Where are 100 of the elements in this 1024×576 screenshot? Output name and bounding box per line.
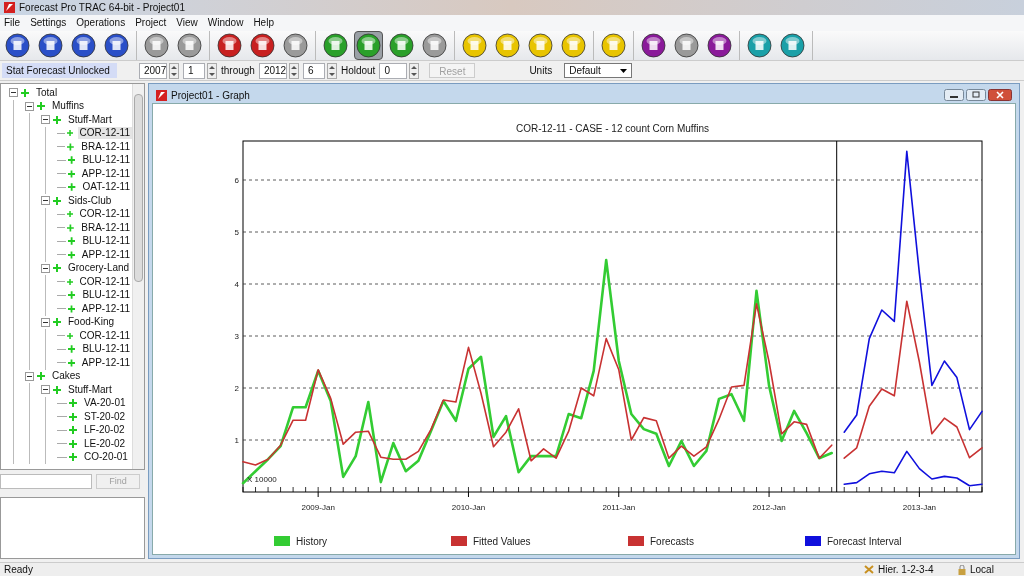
tree-item[interactable]: Food-King [66,316,117,329]
menu-item[interactable]: Window [207,17,244,29]
tree-item[interactable]: BRA-12-11 [79,140,132,153]
legend-swatch [805,536,821,546]
y-tick-label: 3 [234,332,239,341]
tree-item[interactable]: APP-12-11 [79,167,132,180]
tree-item[interactable]: BLU-12-11 [80,235,132,248]
toolbar-button[interactable] [599,31,628,60]
units-dropdown[interactable]: Default [564,63,633,78]
number-field[interactable]: 2007 [139,62,167,79]
menu-item[interactable]: File [4,17,21,29]
plus-icon [66,277,73,286]
menu-item[interactable]: Help [253,17,274,29]
toolbar-button[interactable] [69,31,98,60]
x-tick-label: 2011-Jan [602,503,636,512]
tree-item[interactable]: Stuff-Mart [66,383,114,396]
tree-item[interactable]: BLU-12-11 [80,154,132,167]
collapse-icon[interactable] [41,196,50,206]
toolbar-button[interactable] [175,31,204,60]
toolbar-button[interactable] [36,31,65,60]
tree-item[interactable]: Grocery-Land [66,262,132,275]
collapse-icon[interactable] [41,385,50,395]
spinner-icon[interactable] [409,62,420,79]
menu-item[interactable]: Operations [76,17,126,29]
tree-item[interactable]: BLU-12-11 [80,289,132,302]
number-field[interactable]: 1 [183,62,205,79]
toolbar-button[interactable] [778,31,807,60]
number-field[interactable]: 0 [379,62,408,79]
round-icon [674,33,699,58]
spinner-icon[interactable] [207,62,217,79]
collapse-icon[interactable] [41,263,50,273]
tree-item[interactable]: Stuff-Mart [66,113,114,126]
toolbar-button[interactable] [705,31,734,60]
menu-item[interactable]: Settings [30,17,67,29]
spinner-icon[interactable] [326,62,337,79]
toolbar-button[interactable] [493,31,522,60]
minimize-icon[interactable] [944,89,964,101]
tree-item[interactable]: Total [34,86,60,99]
toolbar-button[interactable] [102,31,131,60]
round-icon [780,33,805,58]
toolbar-button[interactable] [248,31,277,60]
toolbar-button[interactable] [321,31,350,60]
toolbar-button[interactable] [460,31,489,60]
plus-icon [68,237,76,246]
toolbar-button[interactable] [281,31,310,60]
number-field[interactable]: 2012 [258,62,287,79]
toolbar-button[interactable] [142,31,171,60]
menu-item[interactable]: View [176,17,198,29]
tree-item[interactable]: COR-12-11 [77,127,132,140]
tree-item[interactable]: VA-20-01 [82,397,128,410]
toolbar-button[interactable] [639,31,668,60]
tree-item[interactable]: BLU-12-11 [80,343,132,356]
legend-label: Forecast Interval [827,536,902,547]
round-icon [601,33,626,58]
spinner-icon[interactable] [288,62,299,79]
plus-icon [67,358,75,367]
spinner-icon[interactable] [169,62,179,79]
tree-item[interactable]: COR-12-11 [77,329,132,342]
through-label: through [221,64,255,78]
tree-item[interactable]: COR-12-11 [77,208,132,221]
toolbar-button[interactable] [745,31,774,60]
toolbar-button[interactable] [672,31,701,60]
tree-item[interactable]: CO-20-01 [82,451,130,464]
mode-status: Local [970,563,995,576]
round-icon [250,33,275,58]
tree-item[interactable]: APP-12-11 [79,356,132,369]
round-icon [71,33,96,58]
tree-item[interactable]: OAT-12-11 [80,181,132,194]
tree-item[interactable]: COR-12-11 [77,275,132,288]
toolbar-button[interactable] [526,31,555,60]
x-tick-label: 2013-Jan [902,503,937,512]
tree-item[interactable]: APP-12-11 [79,302,132,315]
toolbar-button[interactable] [354,31,383,60]
toolbar-button[interactable] [420,31,449,60]
toolbar-button[interactable] [387,31,416,60]
collapse-icon[interactable] [25,101,34,111]
units-label: Units [529,64,553,78]
collapse-icon[interactable] [41,115,50,125]
plus-icon [66,331,73,340]
tree-item[interactable]: Sids-Club [66,194,114,207]
tree-item[interactable]: BRA-12-11 [79,221,132,234]
collapse-icon[interactable] [9,88,18,98]
toolbar-button[interactable] [3,31,32,60]
tree-item[interactable]: LF-20-02 [82,424,127,437]
scrollbar[interactable] [132,84,144,469]
find-field[interactable] [0,474,92,489]
close-icon[interactable] [988,89,1012,101]
hierarchy-status: Hier. 1-2-3-4 [878,563,935,576]
menu-item[interactable]: Project [135,17,167,29]
tree-item[interactable]: Muffins [50,100,87,113]
collapse-icon[interactable] [25,371,34,381]
tree-item[interactable]: LE-20-02 [82,437,128,450]
tree-item[interactable]: APP-12-11 [79,248,132,261]
x-tick-label: 2012-Jan [752,503,786,512]
tree-item[interactable]: ST-20-02 [82,410,128,423]
tree-item[interactable]: Cakes [50,370,83,383]
toolbar-button[interactable] [559,31,588,60]
toolbar-button[interactable] [215,31,244,60]
number-field[interactable]: 6 [302,62,325,79]
collapse-icon[interactable] [41,317,50,327]
